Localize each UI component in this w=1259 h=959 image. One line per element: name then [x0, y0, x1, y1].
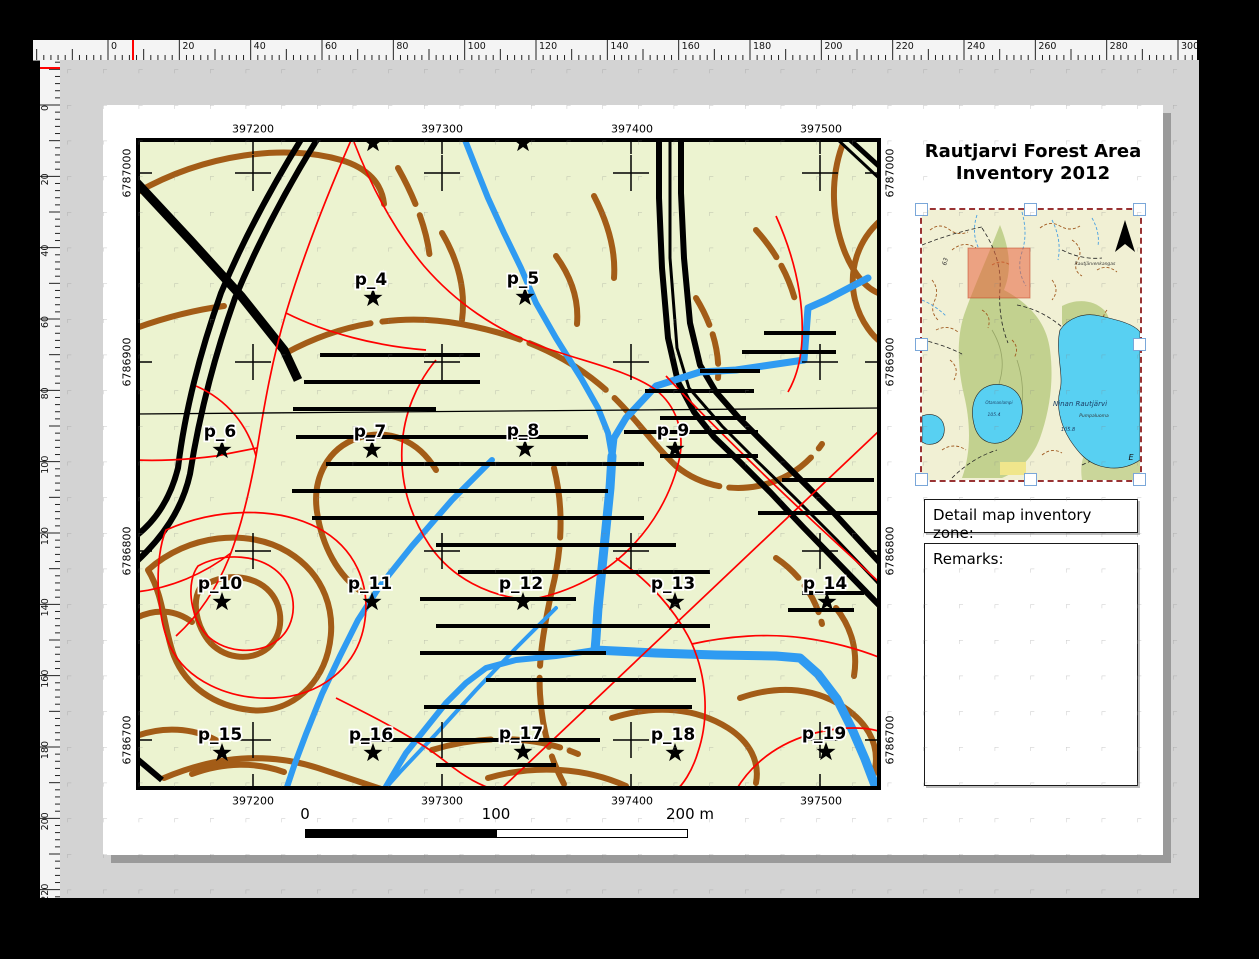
- svg-text:80: 80: [40, 387, 51, 399]
- ruler-horizontal: 0 20 40 60 80 100 120 140 160 180 200 220 240 260 280 3…: [33, 40, 1197, 61]
- sample-point-label: p_13: [651, 574, 695, 594]
- ruler-vertical: 0 20 40 60 80 100 120 140 160 180 200 220: [40, 60, 61, 898]
- detail-zone-box[interactable]: Detail map inventory zone:: [924, 499, 1138, 533]
- detail-zone-label: Detail map inventory zone:: [933, 506, 1091, 542]
- grid-coordinate-label: 397500: [800, 795, 842, 808]
- grid-coordinate-label: 6786900: [121, 338, 134, 387]
- ruler-vertical-ticks: 0 20 40 60 80 100 120 140 160 180 200 220: [40, 60, 60, 898]
- svg-text:40: 40: [254, 41, 266, 52]
- svg-text:0: 0: [40, 105, 51, 111]
- main-map-canvas: p_4 p_5 p_6 p_7 p_8 p_9 p_10 p_11 p_12 p_13 p_14 p_…: [136, 138, 881, 790]
- svg-text:40: 40: [40, 245, 51, 257]
- sample-point-label: p_14: [803, 574, 847, 594]
- qgis-layout-window: 0204060801001201401601802002202402602803…: [0, 0, 1259, 959]
- svg-text:0: 0: [111, 41, 117, 52]
- grid-coordinate-label: 397400: [611, 123, 653, 136]
- map-title[interactable]: Rautjarvi Forest Area Inventory 2012: [863, 141, 1203, 185]
- overview-text-label: 105.4: [988, 412, 1001, 418]
- grid-coordinate-label: 397300: [421, 123, 463, 136]
- title-line2: Inventory 2012: [863, 163, 1203, 185]
- overview-text-label: Pumpaluoma: [1079, 413, 1109, 419]
- scalebar-label-200: 200 m: [666, 805, 714, 823]
- sample-point-label: p_6: [204, 422, 237, 442]
- selection-handle-ne[interactable]: [1133, 203, 1146, 216]
- selection-handle-s[interactable]: [1024, 473, 1037, 486]
- overview-map-item[interactable]: Ninan Rautjärvi Pumpaluoma 105.8 Rautjärven…: [922, 210, 1140, 480]
- svg-text:140: 140: [40, 598, 51, 616]
- svg-text:20: 20: [40, 173, 51, 185]
- sample-point-label: p_10: [198, 574, 242, 594]
- main-map-item[interactable]: p_4 p_5 p_6 p_7 p_8 p_9 p_10 p_11 p_12 p_13 p_14 p_…: [136, 138, 881, 790]
- svg-text:120: 120: [40, 527, 51, 545]
- sample-point-label: p_8: [507, 421, 540, 441]
- svg-text:180: 180: [753, 41, 771, 52]
- sample-point-label: p_5: [507, 269, 540, 289]
- selection-handle-nw[interactable]: [915, 203, 928, 216]
- svg-text:80: 80: [396, 41, 408, 52]
- inventory-zone-highlight: [968, 248, 1030, 298]
- selection-handle-e[interactable]: [1133, 338, 1146, 351]
- grid-coordinate-label: 6786700: [884, 716, 897, 765]
- sample-point-label: p_11: [348, 574, 392, 594]
- scalebar-segment-black: [305, 829, 496, 838]
- sample-point-label: p_4: [355, 270, 388, 290]
- svg-text:100: 100: [468, 41, 486, 52]
- selection-handle-se[interactable]: [1133, 473, 1146, 486]
- svg-text:120: 120: [539, 41, 557, 52]
- selection-handle-sw[interactable]: [915, 473, 928, 486]
- overview-text-label: Rautjärvenkangas: [1075, 261, 1116, 267]
- svg-text:300: 300: [1181, 41, 1197, 52]
- svg-text:220: 220: [896, 41, 914, 52]
- svg-text:200: 200: [824, 41, 842, 52]
- overview-text-label: Otamanlampi: [985, 400, 1013, 405]
- svg-text:100: 100: [40, 456, 51, 474]
- svg-text:200: 200: [40, 812, 51, 830]
- grid-coordinate-label: 6787000: [121, 149, 134, 198]
- svg-text:140: 140: [610, 41, 628, 52]
- scalebar-item[interactable]: 0 100 200 m: [253, 803, 753, 845]
- layout-page: p_4 p_5 p_6 p_7 p_8 p_9 p_10 p_11 p_12 p_13 p_14 p_…: [103, 105, 1163, 855]
- sample-point-label: p_9: [657, 421, 690, 441]
- svg-text:240: 240: [967, 41, 985, 52]
- remarks-label: Remarks:: [933, 550, 1004, 568]
- overview-map-canvas: Ninan Rautjärvi Pumpaluoma 105.8 Rautjärven…: [922, 210, 1140, 480]
- selection-handle-n[interactable]: [1024, 203, 1037, 216]
- grid-coordinate-label: 397200: [232, 123, 274, 136]
- ruler-horizontal-ticks: 0 20 40 60 80 100 120 140 160 180 200 220 240 260 280 3…: [33, 40, 1197, 60]
- grid-coordinate-label: 6786900: [884, 338, 897, 387]
- grid-coordinate-label: 6786700: [121, 716, 134, 765]
- overview-text-label: 105.8: [1061, 427, 1075, 433]
- svg-text:160: 160: [682, 41, 700, 52]
- grid-coordinate-label: 6786800: [121, 527, 134, 576]
- sample-point-label: p_17: [499, 724, 543, 744]
- scalebar-label-0: 0: [300, 805, 310, 823]
- field-patch: [1000, 462, 1026, 475]
- selection-handle-w[interactable]: [915, 338, 928, 351]
- svg-text:280: 280: [1110, 41, 1128, 52]
- svg-text:220: 220: [40, 884, 51, 898]
- title-line1: Rautjarvi Forest Area: [863, 141, 1203, 163]
- pond: [922, 414, 944, 444]
- svg-text:180: 180: [40, 741, 51, 759]
- grid-coordinate-label: 6786800: [884, 527, 897, 576]
- scalebar-segment-white: [496, 829, 688, 838]
- svg-text:160: 160: [40, 670, 51, 688]
- grid-coordinate-label: 397500: [800, 123, 842, 136]
- sample-point-label: p_12: [499, 574, 543, 594]
- svg-text:260: 260: [1038, 41, 1056, 52]
- sample-point-label: p_15: [198, 725, 242, 745]
- sample-point-label: p_19: [802, 724, 846, 744]
- remarks-box[interactable]: Remarks:: [924, 543, 1138, 786]
- sample-point-label: p_18: [651, 725, 695, 745]
- layout-canvas[interactable]: p_4 p_5 p_6 p_7 p_8 p_9 p_10 p_11 p_12 p_13 p_14 p_…: [60, 60, 1199, 898]
- svg-text:60: 60: [40, 316, 51, 328]
- sample-point-label: p_7: [354, 422, 387, 442]
- scalebar-label-100: 100: [482, 805, 511, 823]
- svg-text:20: 20: [182, 41, 194, 52]
- sample-point-label: p_16: [349, 725, 393, 745]
- svg-text:60: 60: [325, 41, 337, 52]
- overview-text-label: Ninan Rautjärvi: [1053, 400, 1107, 408]
